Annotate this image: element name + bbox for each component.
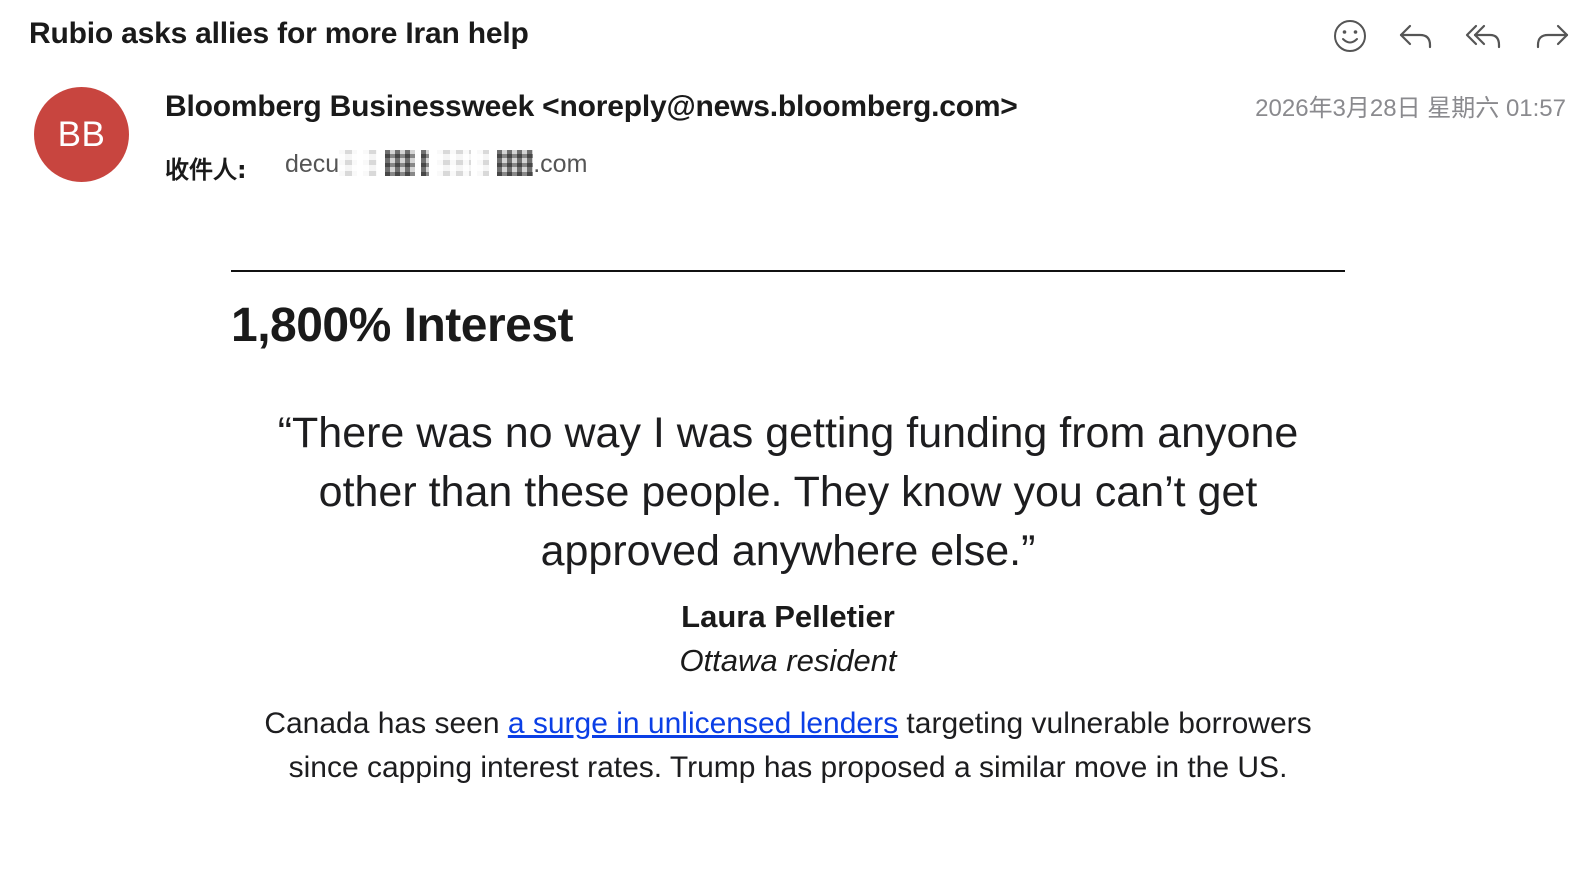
sender-address[interactable]: Bloomberg Businessweek <noreply@news.blo… — [165, 90, 1018, 124]
pull-quote: “There was no way I was getting funding … — [277, 409, 1299, 575]
recipient-address-prefix: decu — [285, 150, 340, 178]
message-toolbar — [1328, 14, 1588, 58]
reply-button[interactable] — [1394, 14, 1438, 58]
redacted-pixelation — [497, 150, 534, 177]
reply-all-arrow-icon — [1465, 24, 1501, 49]
recipient-label: 收件人: — [165, 156, 247, 184]
unlicensed-lenders-link[interactable]: a surge in unlicensed lenders — [508, 707, 898, 740]
redacted-pixelation — [385, 150, 416, 177]
forward-button[interactable] — [1530, 14, 1574, 58]
redacted-pixelation — [437, 150, 472, 177]
recipient-address[interactable]: decu .com — [285, 150, 587, 179]
quote-attribution-role: Ottawa resident — [679, 643, 897, 678]
section-heading: 1,800% Interest — [231, 299, 574, 352]
body-paragraph: Canada has seen a surge in unlicensed le… — [231, 702, 1345, 790]
avatar-initials: BB — [57, 114, 106, 154]
forward-arrow-icon — [1536, 24, 1569, 49]
redacted-pixelation — [363, 150, 378, 177]
paragraph-text-start: Canada has seen — [264, 707, 508, 740]
received-date: 2026年3月28日 星期六 01:57 — [1255, 95, 1566, 122]
quote-attribution-name: Laura Pelletier — [681, 599, 895, 634]
content-divider — [231, 270, 1345, 272]
email-subject: Rubio asks allies for more Iran help — [29, 17, 529, 50]
redacted-pixelation — [421, 150, 430, 177]
redacted-pixelation — [477, 150, 490, 177]
reply-arrow-icon — [1399, 24, 1432, 49]
reply-all-button[interactable] — [1462, 14, 1506, 58]
recipient-address-suffix: .com — [533, 150, 588, 178]
redacted-pixelation — [339, 150, 358, 177]
sender-avatar: BB — [34, 87, 129, 182]
emoji-reaction-button[interactable] — [1328, 14, 1372, 58]
smiley-icon — [1334, 20, 1366, 52]
